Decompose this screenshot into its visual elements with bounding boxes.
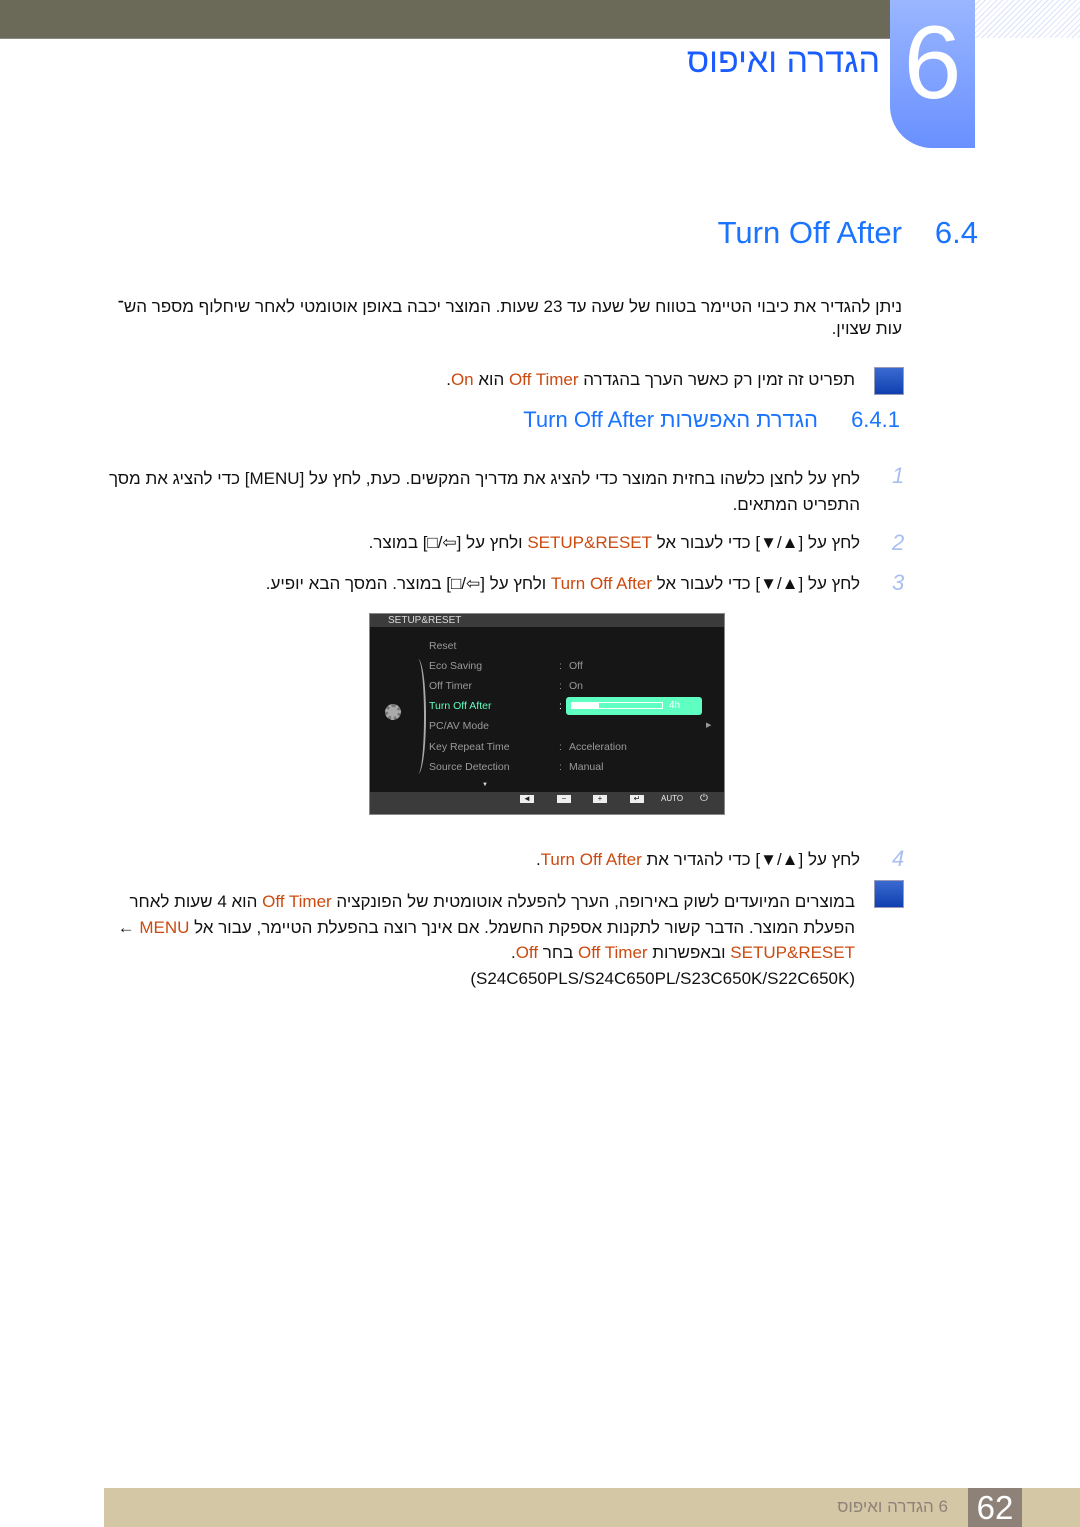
text: במוצרים המיועדים לשוק באירופה, הערך להפע…: [331, 892, 855, 911]
osd-value: 4h: [669, 700, 681, 711]
osd-item: Reset: [429, 640, 457, 652]
text: ולחץ על [⇦/□] במוצר.: [368, 533, 528, 552]
text: ובאפשרות: [647, 943, 731, 962]
osd-item: Eco Saving: [429, 660, 483, 672]
section-title: Turn Off After: [717, 215, 902, 250]
chapter-number: 6: [903, 5, 962, 121]
osd-button-bar: ◄ − + ↵ AUTO ⏻: [370, 792, 724, 814]
section-number: 6.4: [934, 215, 978, 250]
highlight: Turn Off After: [540, 850, 642, 869]
top-bar: [0, 0, 890, 39]
arrow-right-icon: ▶: [706, 722, 712, 729]
step-4: לחץ על [▲/▼] כדי להגדיר את Turn Off Afte…: [100, 849, 860, 871]
osd-slider: 4h: [566, 697, 702, 715]
colon: :: [559, 700, 562, 712]
osd-item: Key Repeat Time: [429, 741, 510, 753]
text: הפעלת המוצר. הדבר קשור לתקנות אספקת החשמ…: [189, 917, 855, 937]
text: ←: [117, 917, 140, 937]
osd-item: PC/AV Mode: [429, 720, 489, 732]
step-line: התפריט המתאים.: [732, 495, 860, 514]
minus-button-icon: −: [557, 795, 571, 803]
highlight: Off Timer: [577, 943, 648, 962]
colon: :: [559, 680, 562, 692]
slider-track: [571, 702, 663, 709]
step-number: 4: [892, 846, 905, 871]
left-button-icon: ◄: [520, 795, 534, 803]
osd-value: Acceleration: [569, 741, 627, 753]
intro-paragraph: ניתן להגדיר את כיבוי הטיימר בטווח של שעה…: [102, 296, 902, 340]
note-line: SETUP&RESET ובאפשרות Off Timer בחר Off.: [75, 940, 855, 966]
highlight: Off: [515, 943, 539, 962]
osd-item: Source Detection: [429, 761, 510, 773]
highlight: On: [450, 370, 474, 389]
osd-value: On: [569, 680, 584, 692]
note-availability: תפריט זה זמין רק כאשר הערך בהגדרה Off Ti…: [155, 369, 855, 391]
auto-button: AUTO: [661, 794, 684, 803]
subsection-number: 6.4.1: [851, 407, 900, 432]
manual-page: 6 הגדרה ואיפוס 6.4 Turn Off After ניתן ל…: [0, 0, 1080, 1527]
text: לחץ על [▲/▼] כדי להגדיר את: [641, 850, 861, 869]
osd-arc: [410, 659, 426, 774]
note-pencil-icon: [874, 880, 904, 908]
gear-icon: [385, 704, 401, 720]
osd-value: Off: [569, 660, 583, 672]
highlight: SETUP&RESET: [527, 533, 653, 552]
highlight: Off Timer: [262, 892, 332, 911]
step-2: לחץ על [▲/▼] כדי לעבור אל SETUP&RESET ול…: [100, 532, 860, 554]
slider-fill: [572, 703, 599, 708]
osd-value: Manual: [569, 761, 604, 773]
colon: :: [559, 761, 562, 773]
intro-line: עות שצוין.: [831, 319, 902, 338]
step-number: 2: [892, 530, 905, 555]
highlight: Off Timer: [508, 370, 579, 389]
note-line: במוצרים המיועדים לשוק באירופה, הערך להפע…: [75, 889, 855, 915]
text: ולחץ על [⇦/□] במוצר. המסך הבא יופיע.: [265, 574, 551, 593]
hatch-decoration: [975, 0, 1080, 38]
text: הוא 4 שעות לאחר: [129, 892, 263, 911]
step-number: 1: [892, 463, 905, 488]
osd-item-selected: Turn Off After: [429, 700, 492, 712]
text: בחר: [538, 943, 578, 962]
plus-button-icon: +: [593, 795, 607, 803]
text: הוא: [473, 370, 509, 389]
note-line: הפעלת המוצר. הדבר קשור לתקנות אספקת החשמ…: [75, 915, 855, 941]
note-europe: במוצרים המיועדים לשוק באירופה, הערך להפע…: [75, 889, 855, 991]
power-icon: ⏻: [700, 793, 708, 804]
model-list: (S24C650PLS/S24C650PL/S23C650K/S22C650K): [470, 968, 855, 988]
step-1: לחץ על לחצן כלשהו בחזית המוצר כדי להציג …: [100, 466, 860, 518]
text: לחץ על [▲/▼] כדי לעבור אל: [652, 533, 860, 552]
step-line: לחץ על לחצן כלשהו בחזית המוצר כדי להציג …: [108, 469, 860, 488]
page-number: 62: [968, 1488, 1022, 1527]
highlight: Turn Off After: [550, 574, 653, 593]
note-pencil-icon: [874, 367, 904, 395]
colon: :: [559, 660, 562, 672]
text: תפריט זה זמין רק כאשר הערך בהגדרה: [578, 370, 855, 389]
text: לחץ על [▲/▼] כדי לעבור אל: [652, 574, 860, 593]
step-number: 3: [892, 570, 905, 595]
osd-title: SETUP&RESET: [370, 614, 724, 627]
colon: :: [559, 741, 562, 753]
step-3: לחץ על [▲/▼] כדי לעבור אל Turn Off After…: [100, 573, 860, 595]
highlight: MENU: [139, 917, 190, 937]
intro-line: ניתן להגדיר את כיבוי הטיימר בטווח של שעה…: [117, 297, 902, 316]
osd-menu-screenshot: SETUP&RESET Reset Eco Saving : Off Off T…: [369, 613, 725, 815]
enter-button-icon: ↵: [630, 795, 644, 803]
chapter-title: הגדרה ואיפוס: [686, 42, 880, 80]
highlight: SETUP&RESET: [730, 943, 855, 962]
osd-item: Off Timer: [429, 680, 472, 692]
footer-chapter: 6 הגדרה ואיפוס: [837, 1497, 948, 1516]
subsection-title: הגדרת האפשרות Turn Off After: [523, 407, 818, 432]
scroll-down-icon: ▼: [482, 782, 488, 788]
